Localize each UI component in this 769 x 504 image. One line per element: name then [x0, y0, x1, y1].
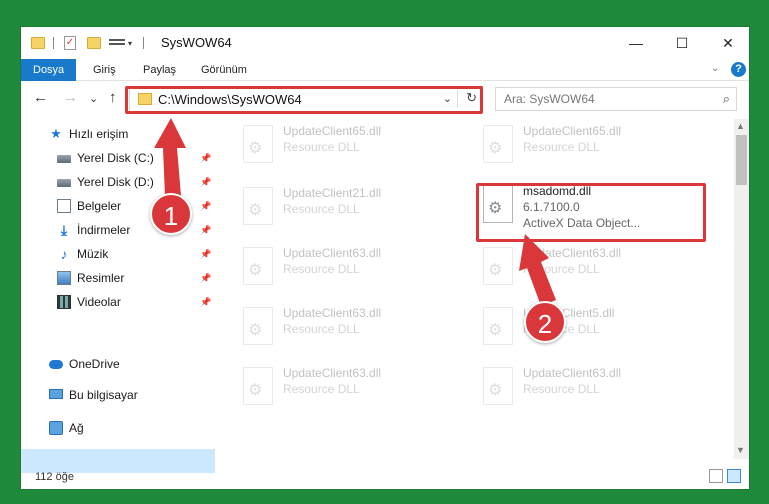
arrow-1	[154, 118, 186, 196]
step-1-badge: 1	[150, 193, 192, 235]
step-2-badge: 2	[524, 301, 566, 343]
annotation-arrows	[154, 118, 556, 306]
arrow-2	[519, 234, 556, 306]
